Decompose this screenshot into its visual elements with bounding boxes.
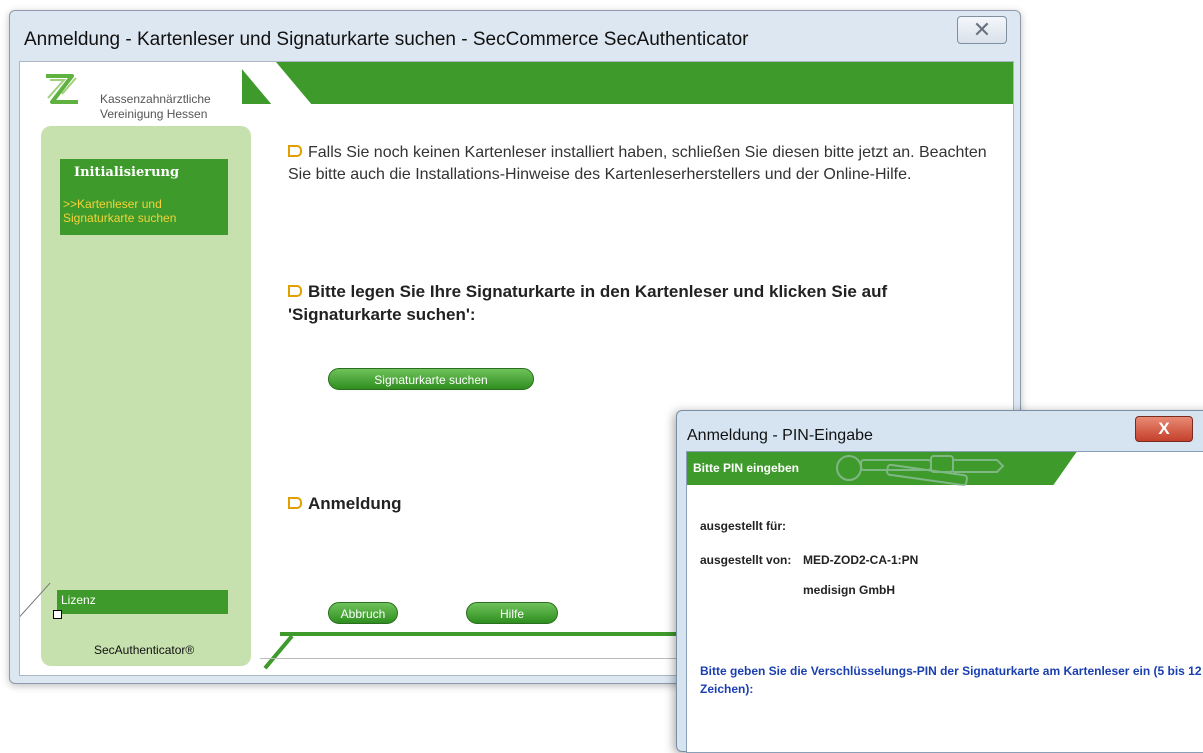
- issued-by-value: MED-ZOD2-CA-1:PN: [803, 553, 919, 567]
- nav-item-line-1: >>Kartenleser und: [63, 197, 162, 211]
- help-button[interactable]: Hilfe: [466, 602, 558, 624]
- issued-for-label: ausgestellt für:: [700, 519, 787, 533]
- info-text: Falls Sie noch keinen Kartenleser instal…: [288, 144, 987, 183]
- pin-dialog: Anmeldung - PIN-Eingabe X Bitte PIN eing…: [676, 410, 1203, 753]
- nav-item-line-2: Signaturkarte suchen: [63, 211, 177, 225]
- instruction-paragraph: Bitte legen Sie Ihre Signaturkarte in de…: [288, 280, 998, 326]
- cancel-button[interactable]: Abbruch: [328, 602, 398, 624]
- arrow-icon: [288, 284, 302, 297]
- pin-instruction: Bitte geben Sie die Verschlüsselungs-PIN…: [700, 664, 1202, 696]
- nav-section-initialisierung: Initialisierung >>Kartenleser und Signat…: [60, 159, 228, 235]
- search-card-button[interactable]: Signaturkarte suchen: [328, 368, 534, 390]
- pin-band-title: Bitte PIN eingeben: [693, 461, 800, 475]
- window-title: Anmeldung - Kartenleser und Signaturkart…: [24, 29, 749, 50]
- logo-line-2: Vereinigung Hessen: [100, 107, 208, 121]
- info-paragraph: Falls Sie noch keinen Kartenleser instal…: [288, 142, 988, 186]
- nav-section-title: Initialisierung: [74, 165, 180, 180]
- pin-dialog-close-button[interactable]: X: [1135, 416, 1193, 442]
- pin-header-cutout: [1047, 452, 1203, 485]
- resize-handle: [53, 610, 62, 619]
- header-accent-bar: [242, 62, 1013, 104]
- login-heading: Anmeldung: [308, 494, 402, 513]
- logo-line-1: Kassenzahnärztliche: [100, 92, 211, 106]
- pin-dialog-title: Anmeldung - PIN-Eingabe: [687, 427, 873, 444]
- issued-by-label: ausgestellt von:: [700, 553, 792, 567]
- kzv-logo-icon: [46, 74, 78, 104]
- instruction-text: Bitte legen Sie Ihre Signaturkarte in de…: [288, 282, 888, 324]
- nav-item-kartenleser[interactable]: >>Kartenleser und Signaturkarte suchen: [63, 197, 176, 225]
- arrow-icon: [288, 496, 302, 509]
- logo-text: Kassenzahnärztliche Vereinigung Hessen: [100, 92, 211, 122]
- login-section: Anmeldung: [288, 494, 402, 514]
- close-button[interactable]: ✕: [957, 16, 1007, 44]
- arrow-icon: [288, 144, 302, 157]
- pin-dialog-client: Bitte PIN eingeben ausgestellt für: ausg…: [686, 451, 1203, 753]
- issuer-org: medisign GmbH: [803, 583, 896, 597]
- keys-icon: [836, 455, 1005, 486]
- brand-label: SecAuthenticator®: [94, 643, 195, 657]
- license-button[interactable]: Lizenz: [57, 590, 228, 614]
- footer-slant: [263, 634, 294, 670]
